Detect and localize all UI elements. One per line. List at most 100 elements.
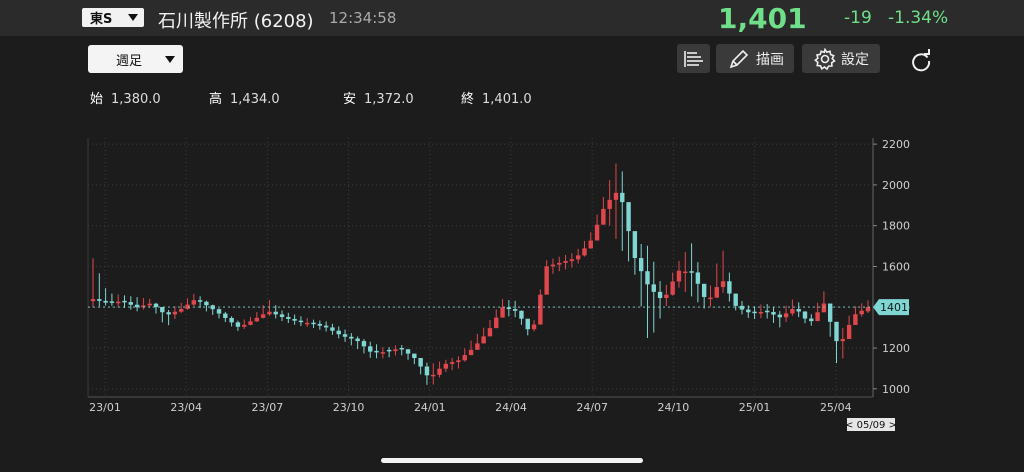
y-tick-label: 1800 — [882, 220, 910, 233]
y-tick-label: 2000 — [882, 179, 910, 192]
x-tick-label: 23/07 — [252, 401, 284, 414]
candle-body — [538, 294, 543, 325]
candle-body — [557, 262, 562, 265]
candle-body — [544, 266, 549, 295]
candle-body — [116, 301, 121, 304]
candle-body — [431, 374, 436, 377]
candle-body — [349, 336, 354, 339]
candle-body — [708, 297, 713, 300]
candle-body — [412, 353, 417, 359]
x-tick-label: 23/04 — [170, 401, 202, 414]
candle-body — [393, 349, 398, 352]
candle-body — [481, 336, 486, 344]
candle-body — [670, 281, 675, 295]
candle-body — [197, 300, 203, 302]
candle-body — [355, 338, 360, 342]
x-tick-label: 25/04 — [820, 401, 852, 414]
candle-body — [809, 318, 814, 322]
candle-body — [550, 264, 556, 267]
candle-body — [128, 302, 134, 305]
candle-body — [216, 309, 222, 314]
candle-body — [601, 208, 606, 225]
candle-body — [260, 314, 266, 318]
candle-body — [443, 363, 449, 369]
candle-body — [191, 300, 197, 305]
date-cursor-label: < 05/09 > — [845, 420, 897, 431]
candle-body — [594, 224, 600, 241]
candle-body — [298, 320, 304, 323]
candle-body — [456, 360, 461, 363]
candle-body — [380, 352, 386, 354]
candle-body — [834, 321, 839, 342]
candle-body — [242, 324, 247, 327]
candle-body — [632, 231, 638, 259]
candle-body — [683, 271, 688, 274]
home-indicator[interactable] — [381, 458, 643, 463]
candle-body — [752, 311, 757, 314]
candle-body — [323, 325, 329, 328]
candle-body — [613, 192, 619, 200]
x-tick-label: 23/10 — [333, 401, 365, 414]
candle-body — [317, 323, 323, 326]
candle-body — [254, 317, 260, 322]
candle-body — [853, 314, 858, 325]
candle-body — [336, 330, 341, 335]
candle-body — [727, 281, 732, 294]
candle-body — [563, 261, 568, 263]
candle-body — [569, 259, 575, 262]
candle-body — [468, 349, 474, 356]
candle-body — [286, 317, 291, 319]
candle-body — [620, 192, 625, 203]
candle-body — [229, 317, 234, 323]
candle-body — [172, 311, 178, 315]
candle-body — [506, 307, 512, 310]
candle-body — [638, 258, 644, 272]
candle-body — [449, 362, 455, 364]
candle-body — [405, 349, 411, 354]
candle-body — [802, 311, 808, 319]
candle-body — [739, 305, 745, 310]
candle-body — [664, 294, 669, 299]
candle-body — [607, 199, 612, 209]
candle-body — [462, 355, 467, 361]
candle-body — [865, 307, 871, 312]
candle-body — [783, 313, 789, 318]
candle-body — [777, 314, 782, 318]
candle-body — [342, 334, 348, 337]
candle-body — [701, 283, 707, 297]
candle-body — [689, 271, 694, 273]
candle-body — [292, 318, 297, 321]
x-tick-label: 24/10 — [658, 401, 690, 414]
candle-body — [771, 311, 776, 315]
candle-body — [386, 349, 392, 352]
candle-body — [846, 324, 852, 340]
candle-body — [248, 321, 253, 325]
candle-body — [487, 328, 493, 337]
y-tick-label: 2200 — [882, 138, 910, 151]
candle-body — [374, 350, 379, 353]
candle-body — [204, 301, 209, 306]
candle-body — [97, 299, 102, 301]
candle-body — [273, 311, 278, 315]
candle-body — [166, 312, 171, 315]
candle-body — [519, 310, 524, 319]
candle-body — [525, 318, 530, 330]
candle-body — [311, 322, 316, 325]
candle-body — [500, 307, 505, 318]
candle-body — [494, 317, 499, 329]
candle-body — [758, 312, 764, 314]
x-tick-label: 24/04 — [495, 401, 527, 414]
candle-body — [399, 347, 404, 350]
candle-body — [821, 303, 827, 313]
candle-body — [733, 293, 738, 306]
candle-body — [147, 303, 152, 306]
candle-body — [160, 306, 165, 313]
candle-body — [815, 312, 820, 322]
candle-body — [840, 339, 845, 342]
candle-body — [720, 281, 726, 288]
candle-body — [235, 322, 241, 327]
candle-body — [305, 322, 310, 325]
candlestick-chart[interactable]: 100012001400160018002000220023/0123/0423… — [0, 0, 1024, 472]
x-tick-label: 24/01 — [414, 401, 446, 414]
candle-body — [651, 284, 656, 292]
